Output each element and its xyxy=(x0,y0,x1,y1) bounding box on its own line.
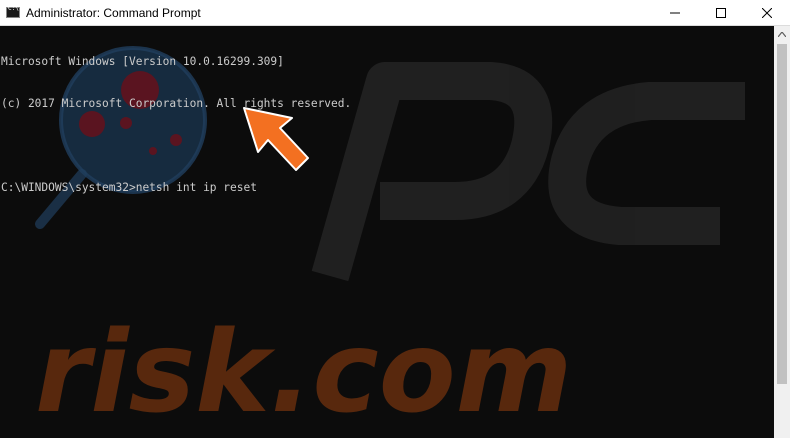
console-line: Microsoft Windows [Version 10.0.16299.30… xyxy=(1,55,284,68)
scroll-up-button[interactable] xyxy=(774,26,790,43)
window-controls xyxy=(652,0,790,25)
cmd-icon xyxy=(6,5,20,18)
minimize-button[interactable] xyxy=(652,0,698,25)
arrow-icon xyxy=(243,107,309,171)
vertical-scrollbar[interactable] xyxy=(774,26,790,438)
watermark-text: risk.com xyxy=(35,308,572,438)
close-button[interactable] xyxy=(744,0,790,25)
console-command-line: C:\WINDOWS\system32>netsh int ip reset xyxy=(1,181,257,194)
minimize-icon xyxy=(670,12,680,13)
maximize-button[interactable] xyxy=(698,0,744,25)
scroll-thumb[interactable] xyxy=(777,44,787,384)
maximize-icon xyxy=(716,7,726,18)
window-title: Administrator: Command Prompt xyxy=(26,5,201,20)
pc-letters xyxy=(311,62,745,282)
chevron-up-icon xyxy=(778,32,786,37)
title-bar[interactable]: Administrator: Command Prompt xyxy=(0,0,790,26)
close-icon xyxy=(762,7,772,18)
console-area[interactable]: risk.com Microsoft Windows [Version 10.0… xyxy=(0,26,774,438)
